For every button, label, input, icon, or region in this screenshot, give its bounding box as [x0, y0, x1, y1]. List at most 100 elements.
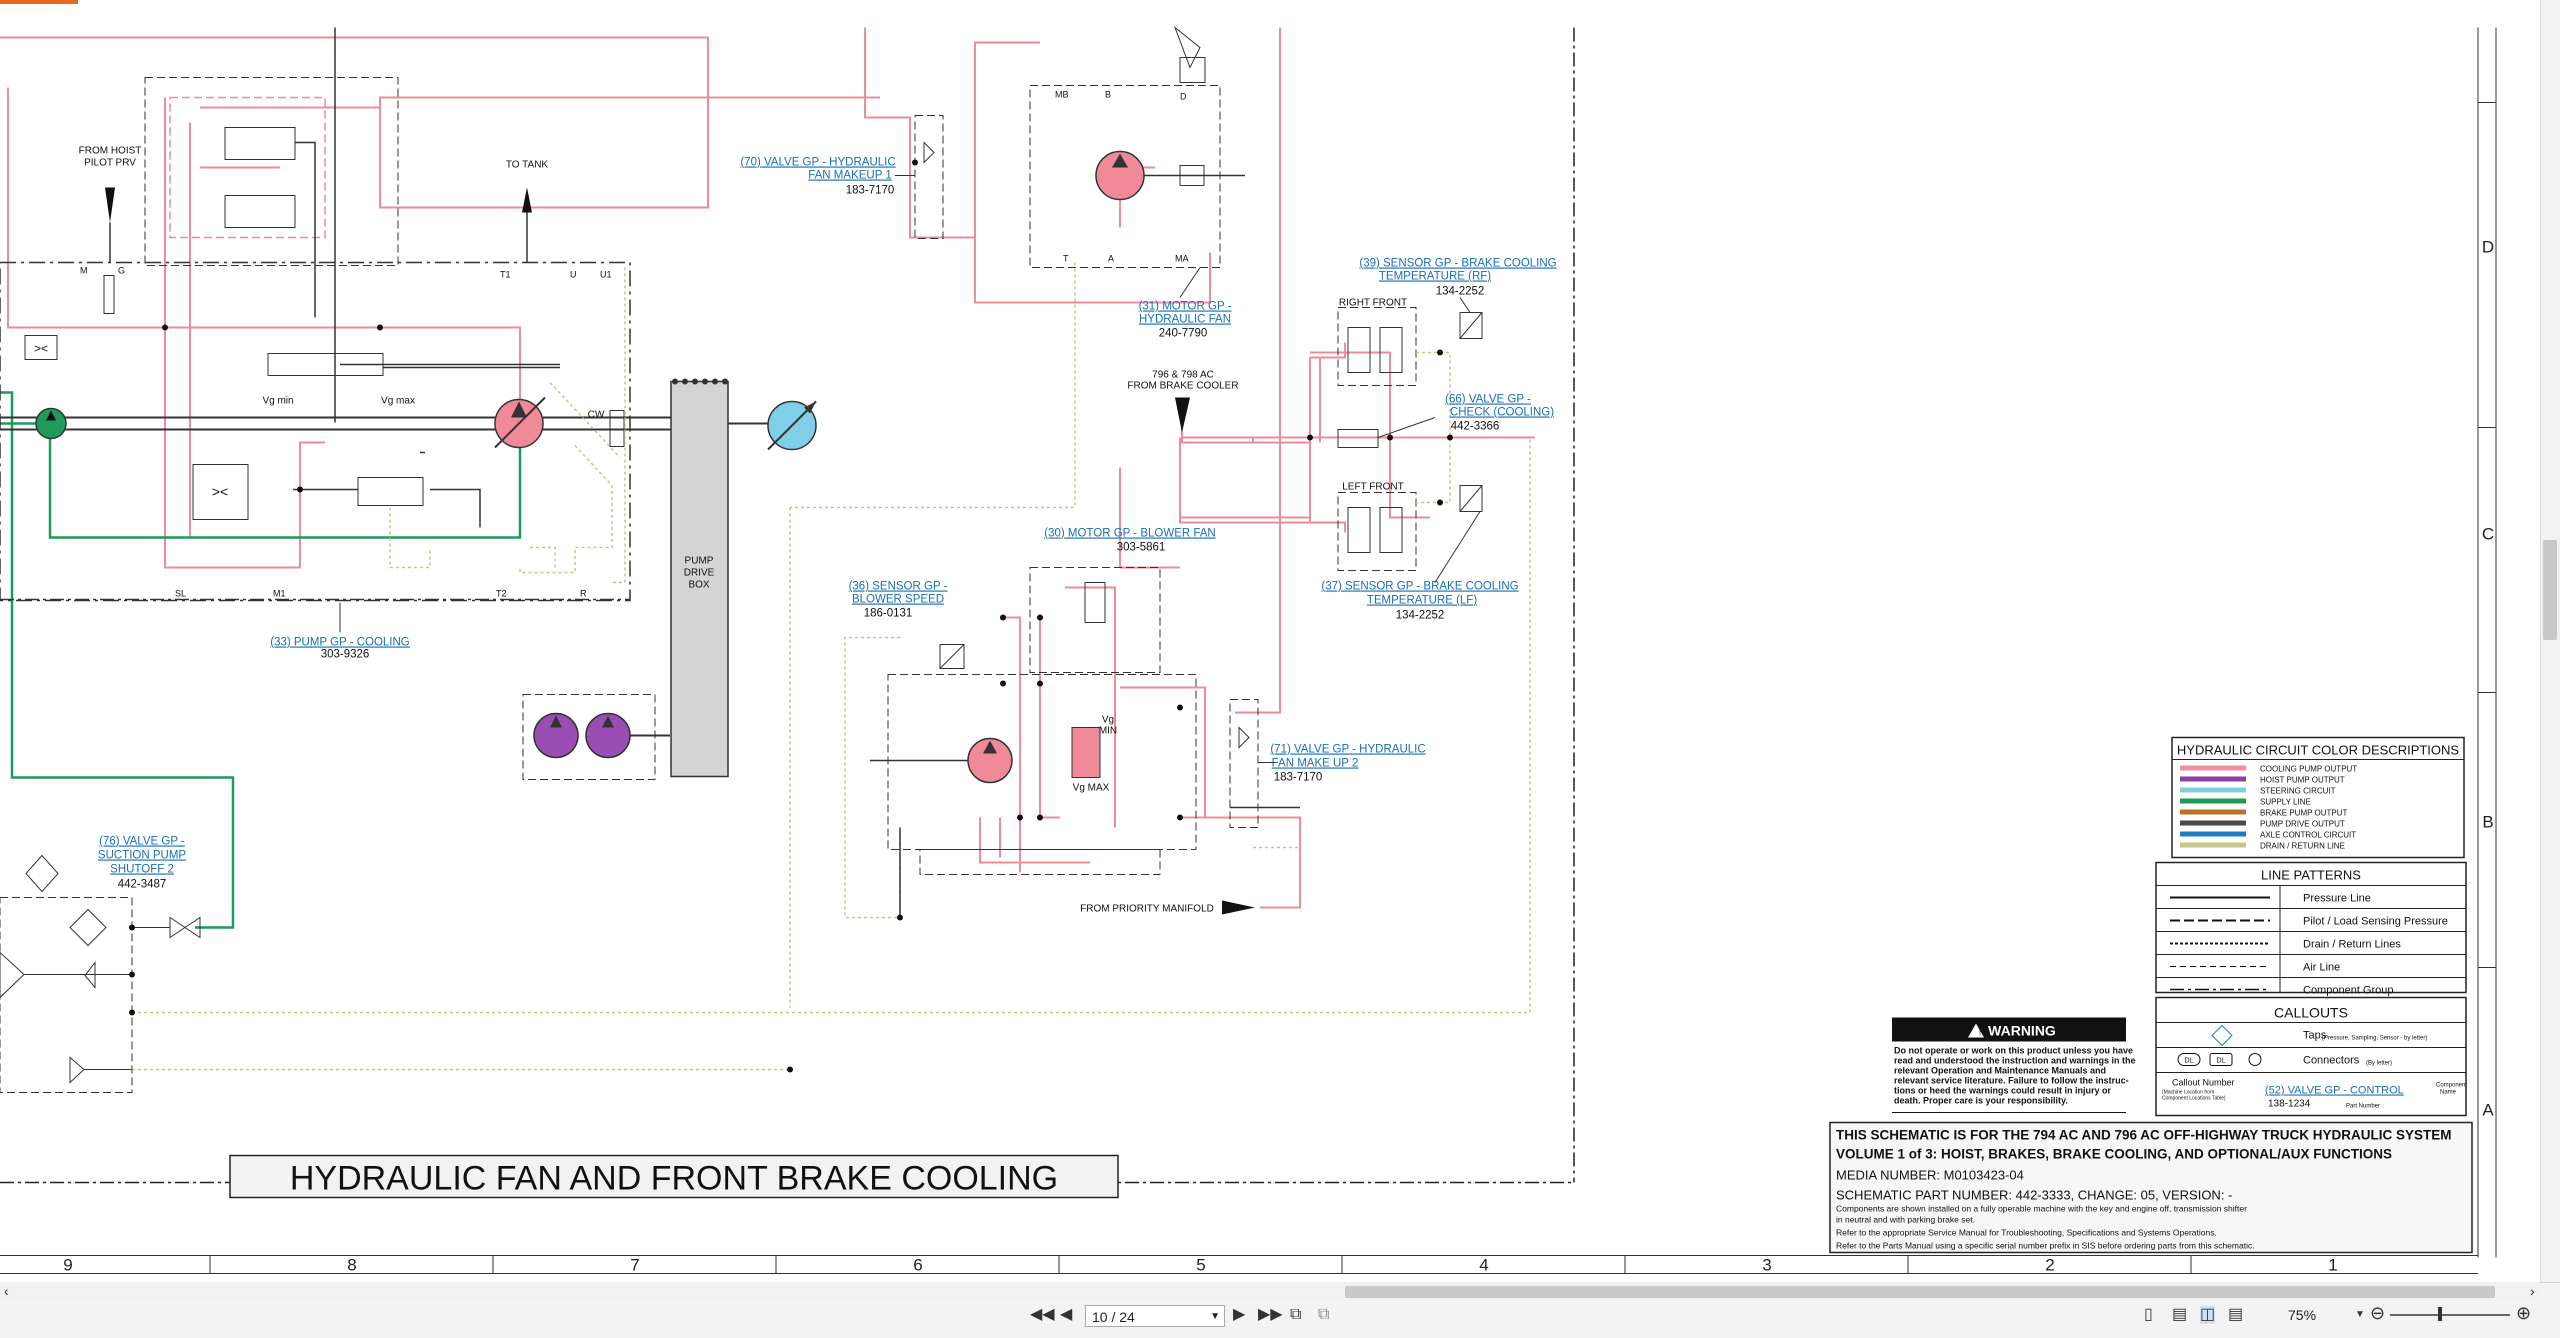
- grid-row-c: C: [2482, 525, 2494, 544]
- color-legend-label: PUMP DRIVE OUTPUT: [2260, 820, 2345, 829]
- port-ma: MA: [1175, 254, 1189, 264]
- pump-drive-label-3: BOX: [688, 580, 709, 591]
- connectors-label: Connectors: [2303, 1055, 2360, 1067]
- vertical-scroll-thumb[interactable]: [2543, 540, 2557, 640]
- c76-link-1[interactable]: (76) VALVE GP -: [99, 836, 185, 848]
- junction-dots: [129, 159, 1453, 1073]
- warning-line-5: tions or heed the warnings could result …: [1894, 1086, 2112, 1096]
- connectors-note: (By letter): [2366, 1061, 2392, 1067]
- c71-link-2[interactable]: FAN MAKE UP 2: [1272, 758, 1359, 770]
- color-legend-label: BRAKE PUMP OUTPUT: [2260, 809, 2348, 818]
- port-a: A: [1108, 254, 1114, 264]
- zoom-slider[interactable]: [2390, 1314, 2510, 1316]
- example-callout-link[interactable]: (52) VALVE GP - CONTROL: [2265, 1085, 2404, 1097]
- grid-col-1: 1: [2328, 1256, 2337, 1275]
- port-t2: T2: [496, 589, 507, 599]
- grid-col-3: 3: [1762, 1256, 1771, 1275]
- color-swatch: [2180, 776, 2246, 782]
- color-legend-label: COOLING PUMP OUTPUT: [2260, 765, 2357, 774]
- scroll-left-icon[interactable]: ‹: [4, 1282, 9, 1300]
- c31-link-1[interactable]: (31) MOTOR GP -: [1139, 301, 1232, 313]
- taps-note: (Pressure, Sampling, Sensor - by letter): [2322, 1036, 2427, 1042]
- c31-link-2[interactable]: HYDRAULIC FAN: [1139, 314, 1231, 326]
- grid-col-4: 4: [1479, 1256, 1488, 1275]
- page-number-field[interactable]: 10 / 24 ▼: [1085, 1305, 1225, 1327]
- c36-link-2[interactable]: BLOWER SPEED: [852, 594, 944, 606]
- first-page-icon[interactable]: ◀◀: [1030, 1306, 1055, 1324]
- warning-line-1: Do not operate or work on this product u…: [1894, 1046, 2133, 1056]
- zoom-in-icon[interactable]: ⊕: [2516, 1304, 2531, 1322]
- line-patterns-title: LINE PATTERNS: [2261, 868, 2361, 883]
- vertical-scrollbar[interactable]: [2540, 0, 2560, 1282]
- two-page-icon[interactable]: ◫: [2200, 1306, 2216, 1324]
- title-note-1: Components are shown installed on a full…: [1836, 1204, 2247, 1214]
- title-note-2: in neutral and with parking brake set.: [1836, 1215, 1975, 1225]
- zoom-level[interactable]: 75%: [2288, 1307, 2316, 1323]
- brake-cooling-rf: [1337, 307, 1483, 386]
- zoom-slider-handle[interactable]: [2438, 1307, 2442, 1321]
- c76-part: 442-3487: [118, 879, 167, 891]
- fan-motor-group: [1029, 25, 1245, 268]
- c33-link[interactable]: (33) PUMP GP - COOLING: [270, 637, 410, 649]
- horizontal-scroll-thumb[interactable]: [1345, 1286, 2495, 1298]
- brake-drain-lines: [1416, 351, 1451, 504]
- schematic-canvas: 9 8 7 6 5 4 3 2 1 D C B A PUMP DRIVE BOX…: [0, 25, 2497, 1275]
- c76-link-2[interactable]: SUCTION PUMP: [98, 850, 187, 862]
- title-line-2: VOLUME 1 of 3: HOIST, BRAKES, BRAKE COOL…: [1836, 1147, 2392, 1162]
- title-note-3: Refer to the appropriate Service Manual …: [1836, 1228, 2217, 1238]
- callouts-title: CALLOUTS: [2274, 1005, 2348, 1021]
- c30-link[interactable]: (30) MOTOR GP - BLOWER FAN: [1044, 528, 1215, 540]
- color-legend-label: STEERING CIRCUIT: [2260, 787, 2336, 796]
- c66-link-2[interactable]: CHECK (COOLING): [1450, 407, 1554, 419]
- single-page-icon[interactable]: ▯: [2144, 1306, 2153, 1324]
- scroll-right-icon[interactable]: ›: [2530, 1282, 2535, 1300]
- makeup-valve-2: [1229, 699, 1259, 828]
- title-block: THIS SCHEMATIC IS FOR THE 794 AC AND 796…: [1829, 1121, 2473, 1254]
- port-t1: T1: [500, 270, 511, 280]
- brake-cooling-lf: [1337, 485, 1483, 571]
- component-name-label-2: Name: [2440, 1090, 2457, 1096]
- c36-link-1[interactable]: (36) SENSOR GP -: [849, 581, 948, 593]
- color-swatch: [2180, 809, 2246, 815]
- zoom-out-icon[interactable]: ⊖: [2370, 1304, 2385, 1322]
- color-swatch: [2180, 765, 2246, 771]
- grid-row-a: A: [2482, 1101, 2494, 1120]
- port-u: U: [570, 270, 577, 280]
- color-legend-label: SUPPLY LINE: [2260, 798, 2311, 807]
- dl-connector-1: DL: [2185, 1058, 2194, 1065]
- c71-link-1[interactable]: (71) VALVE GP - HYDRAULIC: [1270, 744, 1425, 756]
- grid-row-b: B: [2482, 813, 2493, 832]
- warning-line-3: relevant Operation and Maintenance Manua…: [1894, 1066, 2106, 1076]
- grid-col-9: 9: [63, 1256, 72, 1275]
- c37-link-1[interactable]: (37) SENSOR GP - BRAKE COOLING: [1321, 581, 1518, 593]
- prev-page-icon[interactable]: ◀: [1060, 1306, 1072, 1324]
- port-mb: MB: [1055, 90, 1069, 100]
- continuous-page-icon[interactable]: ▤: [2172, 1306, 2187, 1324]
- c66-link-1[interactable]: (66) VALVE GP -: [1445, 394, 1531, 406]
- c37-link-2[interactable]: TEMPERATURE (LF): [1367, 595, 1477, 607]
- vg-min2-label-a: Vg: [1102, 715, 1114, 726]
- fit-page-icon[interactable]: ⧉: [1290, 1306, 1301, 1324]
- zoom-dropdown-icon[interactable]: ▼: [2355, 1306, 2365, 1324]
- drive-shafts: [0, 416, 770, 431]
- next-page-icon[interactable]: ▶: [1233, 1306, 1245, 1324]
- fit-width-icon[interactable]: ⧉: [1318, 1306, 1329, 1324]
- two-page-continuous-icon[interactable]: ▤: [2228, 1306, 2243, 1324]
- c70-link-2[interactable]: FAN MAKEUP 1: [808, 170, 892, 182]
- c76-link-3[interactable]: SHUTOFF 2: [110, 864, 174, 876]
- sheet-title: HYDRAULIC FAN AND FRONT BRAKE COOLING: [290, 1160, 1058, 1198]
- c37-part: 134-2252: [1396, 610, 1445, 622]
- last-page-icon[interactable]: ▶▶: [1258, 1306, 1283, 1324]
- supply-line: [0, 391, 522, 929]
- port-d: D: [1180, 92, 1187, 102]
- cw-label: CW: [588, 410, 605, 421]
- media-number: MEDIA NUMBER: M0103423-04: [1836, 1168, 2024, 1183]
- c39-link-2[interactable]: TEMPERATURE (RF): [1379, 271, 1491, 283]
- color-swatch: [2180, 787, 2246, 793]
- makeup-valve-1: [914, 115, 944, 239]
- c70-link-1[interactable]: (70) VALVE GP - HYDRAULIC: [740, 157, 895, 169]
- pump-drive-label-1: PUMP: [685, 556, 714, 567]
- color-legend-title: HYDRAULIC CIRCUIT COLOR DESCRIPTIONS: [2177, 743, 2460, 758]
- vg-max-label: Vg max: [381, 396, 415, 407]
- c39-link-1[interactable]: (39) SENSOR GP - BRAKE COOLING: [1359, 258, 1556, 270]
